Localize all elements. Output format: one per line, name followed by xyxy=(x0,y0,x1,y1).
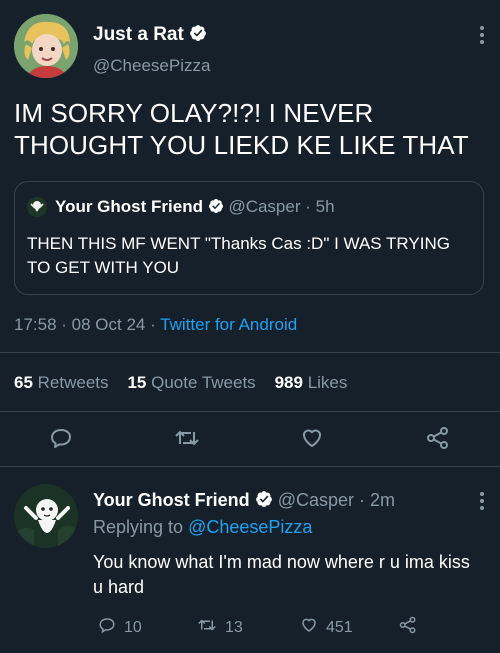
reply-retweet-count: 13 xyxy=(225,618,243,636)
reply-retweet-action[interactable]: 13 xyxy=(197,616,243,639)
quote-verified-badge-icon xyxy=(208,198,224,214)
share-icon[interactable] xyxy=(425,426,451,450)
reply-author-avatar[interactable] xyxy=(14,484,78,548)
retweet-icon[interactable] xyxy=(174,426,200,450)
divider xyxy=(0,411,500,412)
likes-stat[interactable]: 989 Likes xyxy=(275,373,348,392)
reply-verified-badge-icon xyxy=(255,490,273,508)
verified-badge-icon xyxy=(189,24,207,42)
like-icon[interactable] xyxy=(300,426,324,450)
reply-header: Your Ghost Friend @Casper · 2m xyxy=(93,490,395,511)
reply-retweet-icon xyxy=(197,616,217,639)
reply-time: 2m xyxy=(370,490,396,510)
tweet-stats: 65 Retweets 15 Quote Tweets 989 Likes xyxy=(14,373,347,393)
quote-time: 5h xyxy=(315,197,335,216)
timestamp-row: 17:58 · 08 Oct 24 · Twitter for Android xyxy=(14,315,297,335)
author-avatar[interactable] xyxy=(14,14,78,78)
divider xyxy=(0,352,500,353)
author-name-row[interactable]: Just a Rat xyxy=(93,24,207,46)
quote-text: THEN THIS MF WENT "Thanks Cas :D" I WAS … xyxy=(27,234,450,277)
divider xyxy=(0,466,500,467)
replying-to-handle-link[interactable]: @CheesePizza xyxy=(188,517,312,537)
reply-reply-count: 10 xyxy=(124,618,142,636)
quote-display-name: Your Ghost Friend xyxy=(55,197,203,216)
reply-icon[interactable] xyxy=(49,426,73,450)
retweets-stat[interactable]: 65 Retweets xyxy=(14,373,109,392)
tweet-text: IM SORRY OLAY?!?! I NEVER THOUGHT YOU LI… xyxy=(14,98,469,160)
tweet-timestamp: 17:58 · 08 Oct 24 · xyxy=(14,315,161,334)
quote-tweets-stat[interactable]: 15 Quote Tweets xyxy=(127,373,255,392)
reply-reply-action[interactable]: 10 xyxy=(98,616,142,639)
reply-display-name[interactable]: Your Ghost Friend xyxy=(93,490,250,510)
quote-separator: · xyxy=(305,197,311,216)
reply-text: You know what I'm mad now where r u ima … xyxy=(93,552,470,597)
reply-separator: · xyxy=(359,490,366,510)
quote-author-avatar xyxy=(27,197,47,217)
reply-like-icon xyxy=(300,616,318,639)
quote-header: Your Ghost Friend @Casper · 5h xyxy=(55,197,335,217)
quote-handle: @Casper xyxy=(228,197,301,216)
author-handle[interactable]: @CheesePizza xyxy=(93,56,210,76)
reply-reply-icon xyxy=(98,616,116,639)
more-options-icon[interactable] xyxy=(480,26,484,44)
replying-to: Replying to @CheesePizza xyxy=(93,517,313,537)
author-display-name[interactable]: Just a Rat xyxy=(93,24,184,45)
reply-more-options-icon[interactable] xyxy=(480,492,484,510)
quoted-tweet-card[interactable]: Your Ghost Friend @Casper · 5h THEN THIS… xyxy=(14,181,484,295)
reply-share-icon[interactable] xyxy=(398,616,418,639)
reply-handle[interactable]: @Casper xyxy=(278,490,354,510)
tweet-source-link[interactable]: Twitter for Android xyxy=(160,315,297,334)
reply-like-count: 451 xyxy=(326,618,353,636)
reply-like-action[interactable]: 451 xyxy=(300,616,353,639)
